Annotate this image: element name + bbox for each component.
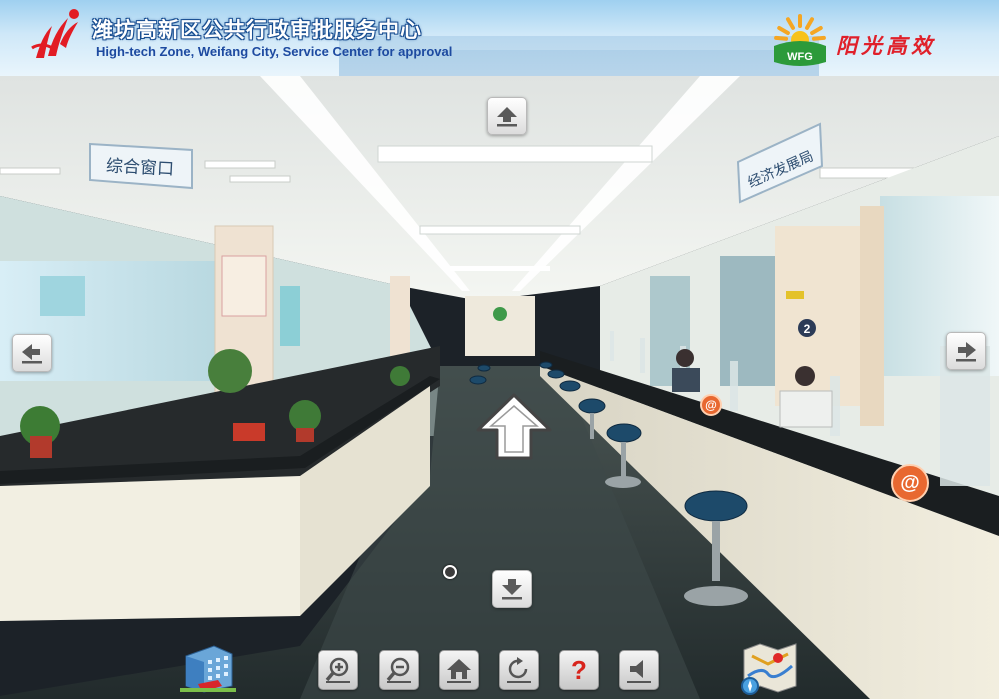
map-icon[interactable] — [738, 636, 800, 696]
building-icon[interactable] — [178, 642, 238, 694]
page-subtitle: High-tech Zone, Weifang City, Service Ce… — [96, 44, 453, 59]
sign-comprehensive-window: 综合窗口 — [89, 142, 193, 190]
arrow-right-icon — [956, 342, 976, 362]
app-header: 潍坊高新区公共行政审批服务中心 High-tech Zone, Weifang … — [0, 0, 999, 76]
zoom-out-button[interactable] — [379, 650, 419, 690]
help-button[interactable]: ? — [559, 650, 599, 690]
arrow-up-icon — [497, 107, 517, 127]
home-button[interactable] — [439, 650, 479, 690]
wfg-logo-text: WFG — [787, 51, 813, 63]
sign-left-text: 综合窗口 — [106, 156, 175, 180]
hotspot-at-1[interactable]: @ — [891, 464, 929, 502]
panorama-viewer[interactable]: 综合窗口 2 经济发展局 @ @ ? — [0, 76, 999, 699]
forward-arrow-icon[interactable] — [475, 392, 553, 462]
home-icon — [447, 659, 471, 683]
counter-number: 2 — [804, 322, 811, 336]
nav-down-button[interactable] — [492, 570, 532, 608]
auto-rotate-icon — [507, 657, 531, 683]
nav-right-button[interactable] — [946, 332, 986, 370]
nav-up-button[interactable] — [487, 97, 527, 135]
wfg-sun-logo: WFG — [774, 14, 826, 66]
zoom-in-button[interactable] — [318, 650, 358, 690]
speaker-icon — [627, 660, 651, 683]
help-icon: ? — [571, 655, 587, 685]
hightech-zone-logo — [31, 9, 79, 58]
auto-rotate-button[interactable] — [499, 650, 539, 690]
hotspot-marker[interactable] — [443, 565, 457, 579]
hotspot-at-2[interactable]: @ — [700, 394, 722, 416]
slogan-text: 阳光高效 — [836, 33, 936, 58]
page-title: 潍坊高新区公共行政审批服务中心 — [92, 18, 422, 42]
arrow-down-icon — [502, 579, 522, 600]
zoom-out-icon — [386, 657, 411, 683]
nav-left-button[interactable] — [12, 334, 52, 372]
sound-button[interactable] — [619, 650, 659, 690]
arrow-left-icon — [22, 344, 42, 364]
zoom-in-icon — [325, 657, 350, 683]
